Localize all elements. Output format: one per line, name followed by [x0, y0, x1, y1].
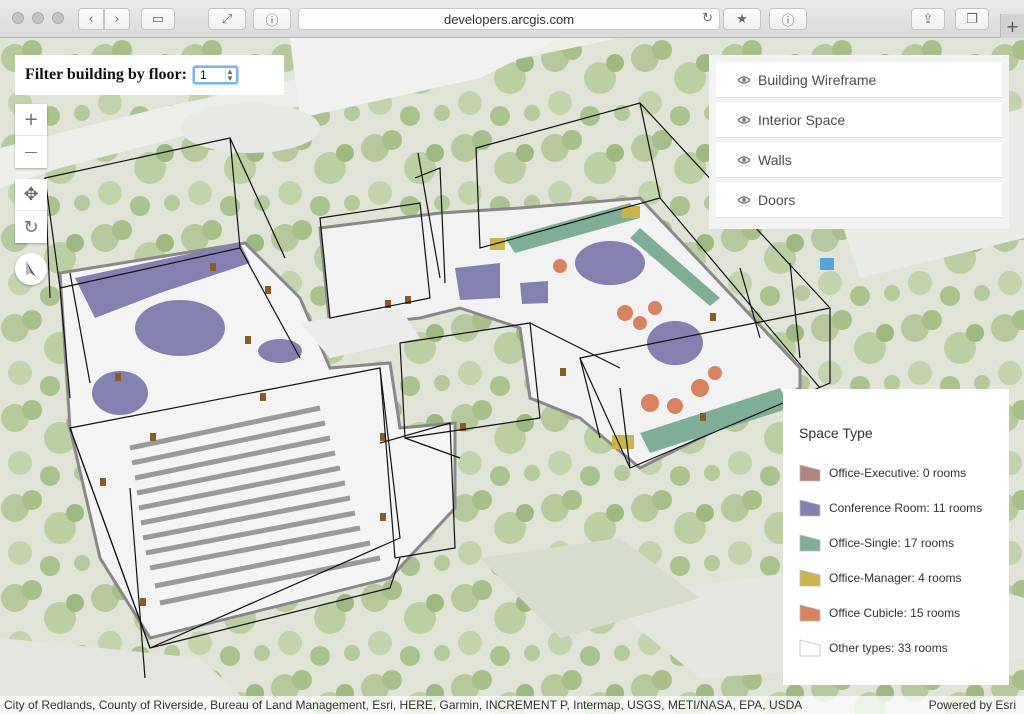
- info-icon: ⓘ: [781, 13, 795, 29]
- bookmark-icon: ★: [736, 11, 748, 27]
- layer-list: Building Wireframe Interior Space Walls …: [709, 55, 1009, 229]
- floor-filter-panel: Filter building by floor: 1 ▲ ▼: [15, 55, 284, 95]
- layer-label: Interior Space: [758, 111, 846, 128]
- legend-label: Office Cubicle: 15 rooms: [829, 605, 961, 620]
- chevron-left-icon: ‹: [88, 11, 94, 27]
- info-icon: ⓘ: [265, 13, 279, 29]
- tabs-button[interactable]: ❐: [955, 8, 989, 30]
- legend-label: Office-Executive: 0 rooms: [829, 465, 967, 480]
- plus-icon: +: [23, 109, 39, 130]
- stepper-icon: ▲ ▼: [224, 67, 234, 83]
- bookmark-button[interactable]: ★: [723, 8, 761, 30]
- legend-label: Other types: 33 rooms: [829, 640, 948, 655]
- plus-icon: +: [1005, 16, 1020, 36]
- eye-icon[interactable]: [738, 75, 750, 84]
- legend-label: Office-Single: 17 rooms: [829, 535, 955, 550]
- legend-swatch: [799, 498, 821, 516]
- rotate-button[interactable]: ↻: [15, 211, 47, 243]
- new-tab-button[interactable]: +: [1000, 14, 1024, 38]
- powered-by: Powered by Esri: [929, 698, 1016, 712]
- layer-label: Building Wireframe: [758, 71, 877, 88]
- legend-swatch: [799, 533, 821, 551]
- sidebar-icon: ▭: [151, 11, 165, 27]
- share-button[interactable]: ⇪: [911, 8, 945, 30]
- legend-item: Office-Single: 17 rooms: [799, 525, 1009, 560]
- compass-button[interactable]: [15, 253, 47, 285]
- legend-item: Office-Executive: 0 rooms: [799, 455, 1009, 490]
- navigation-toggle: ✥ ↻: [15, 179, 47, 243]
- legend-item: Other types: 33 rooms: [799, 630, 1009, 665]
- browser-toolbar: ‹ › ▭ ⤢ ⓘ developers.arcgis.com ↻ ★ ⓘ ⇪ …: [0, 0, 1024, 38]
- map-view[interactable]: Filter building by floor: 1 ▲▼ + — ✥ ↻: [0, 38, 1024, 714]
- tabs-icon: ❐: [966, 11, 978, 27]
- expand-icon: ⤢: [221, 11, 233, 27]
- reader-button[interactable]: ⓘ: [253, 8, 291, 30]
- legend-panel: Space Type Office-Executive: 0 rooms Con…: [783, 389, 1009, 685]
- minimize-window-button[interactable]: [32, 12, 44, 24]
- eye-icon[interactable]: [738, 115, 750, 124]
- sidebar-button[interactable]: ▭: [141, 8, 175, 30]
- plaza: [180, 103, 320, 153]
- expand-button[interactable]: ⤢: [208, 8, 246, 30]
- legend-swatch: [799, 638, 821, 656]
- layer-item-doors[interactable]: Doors: [716, 182, 1002, 218]
- zoom-window-button[interactable]: [52, 12, 64, 24]
- eye-icon[interactable]: [738, 155, 750, 164]
- legend-swatch: [799, 568, 821, 586]
- legend-item: Office-Manager: 4 rooms: [799, 560, 1009, 595]
- reload-icon[interactable]: ↻: [702, 11, 713, 26]
- esri-link[interactable]: Esri: [995, 698, 1016, 712]
- address-bar[interactable]: developers.arcgis.com ↻: [298, 8, 720, 30]
- back-button[interactable]: ‹: [78, 8, 104, 30]
- forward-button[interactable]: ›: [104, 8, 130, 30]
- layer-label: Walls: [758, 151, 792, 168]
- info-button[interactable]: ⓘ: [769, 8, 807, 30]
- attribution-bar: City of Redlands, County of Riverside, B…: [0, 696, 1024, 714]
- attribution-text[interactable]: City of Redlands, County of Riverside, B…: [4, 698, 802, 712]
- eye-icon[interactable]: [738, 195, 750, 204]
- legend-label: Conference Room: 11 rooms: [829, 500, 983, 515]
- minus-icon: —: [24, 144, 38, 160]
- legend-item: Office Cubicle: 15 rooms: [799, 595, 1009, 630]
- compass-icon: [26, 261, 36, 277]
- layer-item-interior-space[interactable]: Interior Space: [716, 102, 1002, 138]
- zoom-out-button[interactable]: —: [15, 136, 47, 168]
- legend-title: Space Type: [799, 425, 873, 441]
- layer-item-building-wireframe[interactable]: Building Wireframe: [716, 62, 1002, 98]
- close-window-button[interactable]: [12, 12, 24, 24]
- chevron-right-icon: ›: [114, 11, 120, 27]
- layer-label: Doors: [758, 191, 796, 208]
- floor-filter-label: Filter building by floor:: [25, 66, 187, 83]
- layer-item-walls[interactable]: Walls: [716, 142, 1002, 178]
- floor-select[interactable]: 1 ▲ ▼: [192, 66, 238, 84]
- legend-swatch: [799, 463, 821, 481]
- legend-swatch: [799, 603, 821, 621]
- url-text: developers.arcgis.com: [443, 11, 575, 27]
- zoom-in-button[interactable]: +: [15, 104, 47, 136]
- parking-sign: [820, 258, 834, 270]
- powered-by-label: Powered by: [928, 698, 996, 712]
- pan-button[interactable]: ✥: [15, 179, 47, 211]
- rotate-icon: ↻: [23, 216, 39, 238]
- legend-item: Conference Room: 11 rooms: [799, 490, 1009, 525]
- pan-icon: ✥: [23, 184, 39, 205]
- share-icon: ⇪: [922, 11, 934, 27]
- legend-label: Office-Manager: 4 rooms: [829, 570, 962, 585]
- floor-select-value: 1: [199, 68, 207, 82]
- zoom-widget: + —: [15, 104, 47, 168]
